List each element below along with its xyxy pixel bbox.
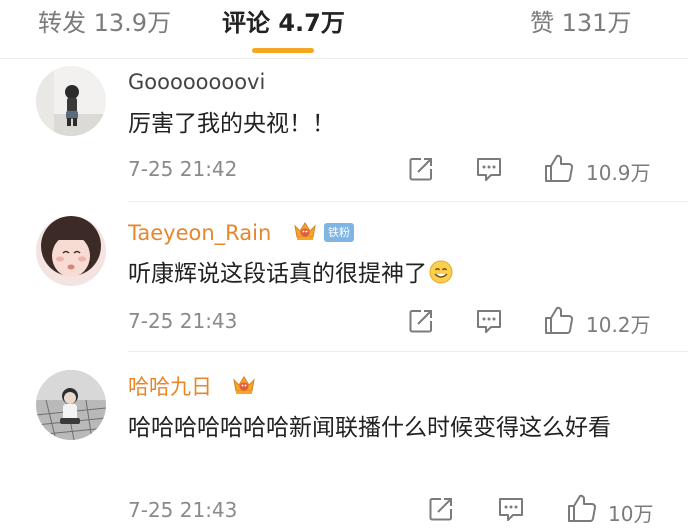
comment-icon[interactable] <box>475 155 503 183</box>
comment-item: 哈哈九日 哈哈哈哈哈哈哈新闻联播什么时候变得这么好看 7-25 21:43 10… <box>0 352 688 531</box>
comment-time: 7-25 21:43 <box>128 498 238 522</box>
like-count: 10万 <box>608 502 654 526</box>
tab-like[interactable]: 赞 131万 <box>530 8 631 38</box>
comment-text: 厉害了我的央视！！ <box>128 111 335 137</box>
share-icon[interactable] <box>427 495 455 523</box>
smile-emoji-icon <box>429 260 453 284</box>
share-icon[interactable] <box>407 155 435 183</box>
active-tab-indicator <box>252 48 314 53</box>
comment-item: Goooooooovi 厉害了我的央视！！ 7-25 21:42 10.9万 <box>0 62 688 202</box>
avatar[interactable] <box>36 216 106 286</box>
vip-crown-icon <box>294 222 316 240</box>
comment-tabs: 转发 13.9万 评论 4.7万 赞 131万 <box>0 0 688 58</box>
thumbs-up-icon[interactable] <box>566 493 598 523</box>
tab-comment[interactable]: 评论 4.7万 <box>222 8 345 38</box>
comment-item: Taeyeon_Rain 铁粉 听康辉说这段话真的很提神了 7-25 21:43… <box>0 202 688 352</box>
thumbs-up-icon[interactable] <box>543 305 575 335</box>
username[interactable]: Taeyeon_Rain <box>128 220 271 246</box>
username[interactable]: 哈哈九日 <box>128 374 212 400</box>
like-count: 10.9万 <box>586 161 651 185</box>
comment-time: 7-25 21:43 <box>128 309 238 333</box>
tab-repost[interactable]: 转发 13.9万 <box>38 8 171 38</box>
username[interactable]: Goooooooovi <box>128 69 265 95</box>
tabs-divider <box>0 58 688 59</box>
comment-icon[interactable] <box>497 495 525 523</box>
comment-time: 7-25 21:42 <box>128 157 238 181</box>
comment-text-content: 听康辉说这段话真的很提神了 <box>128 261 427 287</box>
fan-badge: 铁粉 <box>324 223 354 242</box>
comment-text: 哈哈哈哈哈哈哈新闻联播什么时候变得这么好看 <box>128 415 611 441</box>
comment-icon[interactable] <box>475 307 503 335</box>
avatar[interactable] <box>36 66 106 136</box>
like-count: 10.2万 <box>586 313 651 337</box>
comment-text: 听康辉说这段话真的很提神了 <box>128 255 668 293</box>
avatar[interactable] <box>36 370 106 440</box>
share-icon[interactable] <box>407 307 435 335</box>
vip-crown-icon <box>233 376 255 394</box>
thumbs-up-icon[interactable] <box>543 153 575 183</box>
